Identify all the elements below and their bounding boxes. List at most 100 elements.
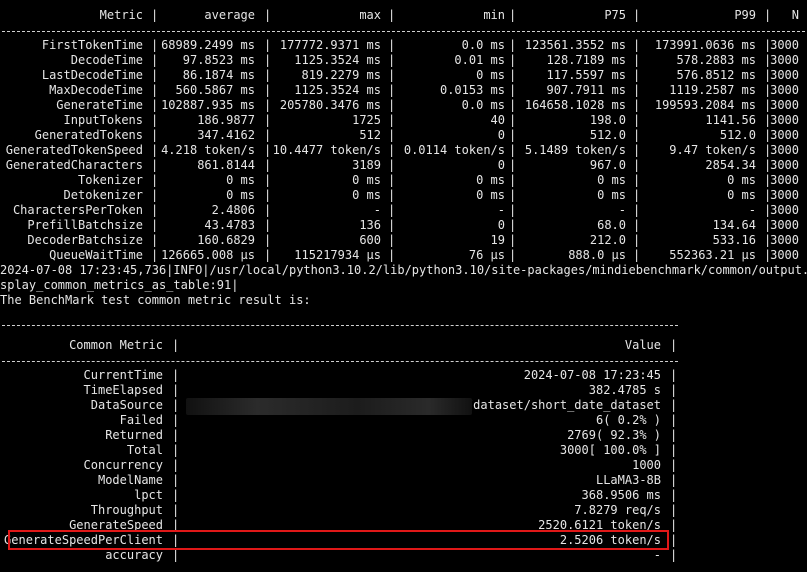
column-divider [509,98,517,113]
column-divider [264,143,272,158]
metric-name: CharactersPerToken [12,203,143,217]
column-divider [764,113,772,128]
column-divider [670,503,678,518]
column-divider [633,143,641,158]
table-cell: 9.47 token/s [669,143,756,157]
metric-name: GeneratedTokens [34,128,143,142]
table-cell: 347.4162 [197,128,255,142]
column-divider [264,38,272,53]
column-divider [509,38,517,53]
table-cell: 128.7189 ms [546,53,626,67]
table-cell: 3000 [770,83,799,97]
column-divider [264,218,272,233]
log-line-1: 2024-07-08 17:23:45,736|INFO|/usr/local/… [0,263,807,277]
table-cell: 1725 [352,113,381,127]
column-divider [388,68,396,83]
table-cell: 0 ms [597,173,626,187]
header-cell: Common Metric [69,338,163,352]
metric-name: MaxDecodeTime [49,83,143,97]
table-cell: 861.8144 [197,158,255,172]
table-cell: 0.0 ms [461,38,505,52]
column-divider [264,173,272,188]
column-divider [388,248,396,263]
metric-value: 2024-07-08 17:23:45 [523,368,661,382]
column-divider [764,143,772,158]
table-cell: 4.218 token/s [161,143,255,157]
column-divider [172,383,180,398]
column-divider [633,128,641,143]
column-divider [388,38,396,53]
table-cell: 0.0153 ms [439,83,505,97]
table-cell: 1125.3524 ms [294,83,381,97]
column-divider [172,398,180,413]
column-divider [388,158,396,173]
column-divider [264,233,272,248]
table-cell: 533.16 [712,233,756,247]
header-cell: P75 [604,8,626,22]
column-divider [388,8,396,23]
table-cell: 117.5597 ms [546,68,626,82]
column-divider [670,338,678,353]
column-divider [670,368,678,383]
column-divider [172,488,180,503]
table-cell: 102887.935 ms [161,98,255,112]
table-cell: 907.7911 ms [546,83,626,97]
metric-name: CurrentTime [83,368,163,382]
column-divider [151,233,159,248]
column-divider [670,428,678,443]
metric-name: lpct [134,488,163,502]
column-divider [172,548,180,563]
column-divider [264,83,272,98]
table-cell: 0 ms [597,188,626,202]
column-divider [670,488,678,503]
highlight-box [8,530,669,550]
column-divider [151,8,159,23]
metric-name: DecoderBatchsize [27,233,143,247]
column-divider [151,218,159,233]
table-cell: 186.9877 [197,113,255,127]
column-divider [670,533,678,548]
table-cell: 2.4806 [211,203,255,217]
table-cell: 3000 [770,203,799,217]
column-divider [151,173,159,188]
table-cell: 97.8523 ms [182,53,255,67]
column-divider [633,203,641,218]
column-divider [509,233,517,248]
column-divider [388,128,396,143]
metric-name: Tokenizer [77,173,143,187]
metric-name: Detokenizer [63,188,143,202]
column-divider [264,113,272,128]
metric-value: 6( 0.2% ) [595,413,661,427]
table-cell: 3000 [770,248,799,262]
column-divider [670,458,678,473]
column-divider [264,248,272,263]
header-cell: max [359,8,381,22]
table-cell: 819.2279 ms [301,68,381,82]
metric-name: GeneratedTokenSpeed [5,143,143,157]
column-divider [264,158,272,173]
column-divider [764,53,772,68]
table-cell: 126665.008 µs [161,248,255,262]
column-divider [633,53,641,68]
column-divider [172,413,180,428]
table-cell: 198.0 [589,113,626,127]
table-cell: 19 [490,233,505,247]
table-cell: 560.5867 ms [175,83,255,97]
column-divider [509,68,517,83]
metric-value: 7.8279 req/s [574,503,661,517]
header-cell: Metric [99,8,143,22]
table-cell: 177772.9371 ms [279,38,381,52]
table-cell: 43.4783 [204,218,255,232]
column-divider [670,383,678,398]
column-divider [764,218,772,233]
column-divider [633,233,641,248]
column-divider [764,98,772,113]
table-cell: 0 ms [476,188,505,202]
metric-name: LastDecodeTime [41,68,143,82]
table-cell: 0 ms [352,188,381,202]
metric-value: 3000[ 100.0% ] [559,443,661,457]
table-cell: 1125.3524 ms [294,53,381,67]
column-divider [633,188,641,203]
column-divider [264,188,272,203]
table-cell: 0 ms [352,173,381,187]
